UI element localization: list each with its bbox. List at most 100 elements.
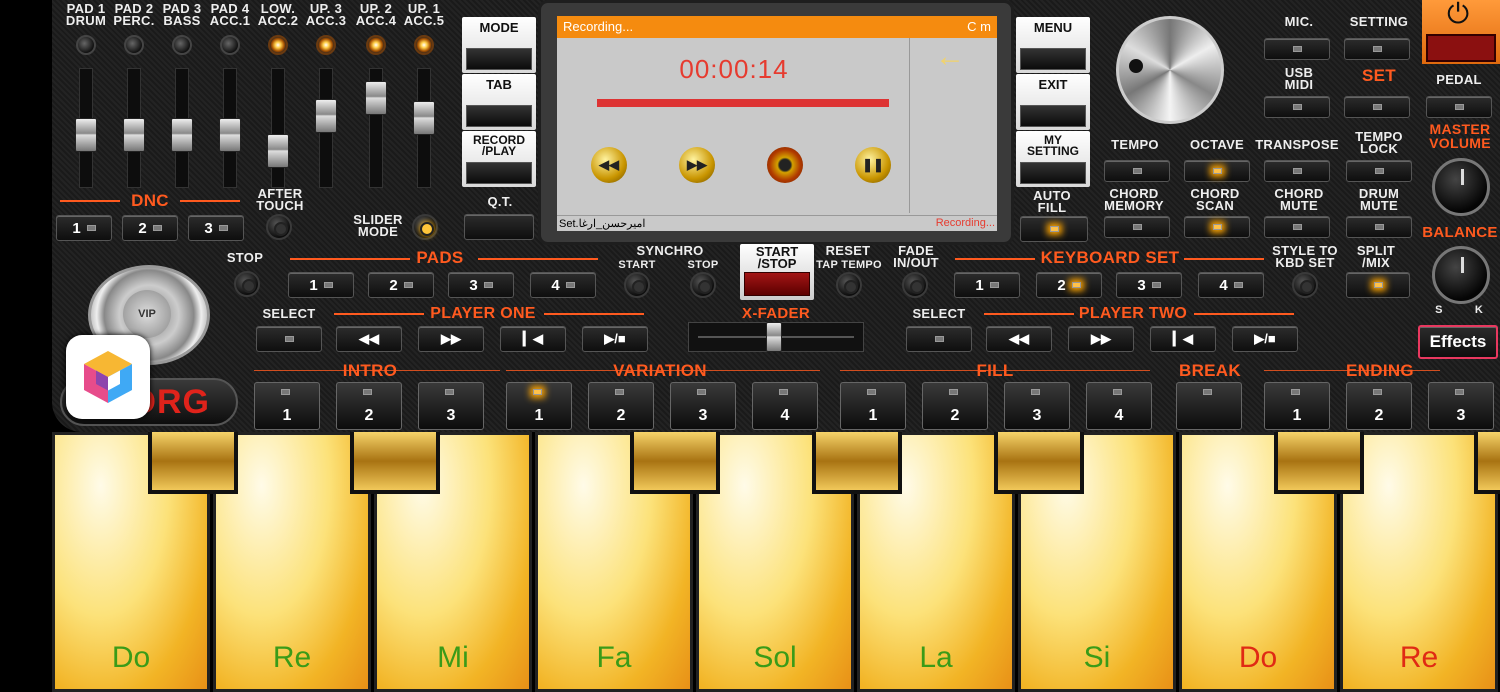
variation-button-3[interactable]: 3 (670, 382, 736, 430)
transpose-button[interactable] (1264, 160, 1330, 182)
slider-mode-button[interactable] (412, 214, 438, 240)
fast-forward-icon[interactable]: ▶▶ (418, 326, 484, 352)
ending-button-1[interactable]: 1 (1264, 382, 1330, 430)
rewind-icon[interactable]: ◀◀ (336, 326, 402, 352)
drum-mute-button[interactable] (1346, 216, 1412, 238)
rewind-icon[interactable]: ◀◀ (986, 326, 1052, 352)
fader-handle[interactable] (75, 117, 97, 152)
dnc-button-1[interactable]: 1 (56, 215, 112, 241)
player-select-button[interactable] (256, 326, 322, 352)
mic-button[interactable] (1264, 38, 1330, 60)
style-to-kbd-button[interactable] (1292, 272, 1318, 298)
break-button[interactable] (1176, 382, 1242, 430)
intro-button-1[interactable]: 1 (254, 382, 320, 430)
previous-track-icon[interactable]: ▎◀ (1150, 326, 1216, 352)
ending-button-2[interactable]: 2 (1346, 382, 1412, 430)
menu-button[interactable]: MENU (1016, 17, 1090, 73)
dnc-button-2[interactable]: 2 (122, 215, 178, 241)
intro-button-2[interactable]: 2 (336, 382, 402, 430)
variation-button-4[interactable]: 4 (752, 382, 818, 430)
black-key[interactable] (148, 432, 238, 494)
mode-button[interactable]: MODE (462, 17, 536, 73)
mixer-knob[interactable] (366, 35, 386, 55)
tab-button[interactable]: TAB (462, 74, 536, 130)
mixer-knob[interactable] (76, 35, 96, 55)
octave-button[interactable] (1184, 160, 1250, 182)
pads-stop-button[interactable] (234, 271, 260, 297)
synchro-start-button[interactable] (624, 272, 650, 298)
fill-button-3[interactable]: 3 (1004, 382, 1070, 430)
stop-record-icon[interactable] (767, 147, 803, 183)
x-fader-handle[interactable] (766, 322, 782, 352)
fader-handle[interactable] (413, 101, 435, 135)
black-key[interactable] (812, 432, 902, 494)
black-key[interactable] (1474, 432, 1500, 494)
tempo-lock-button[interactable] (1346, 160, 1412, 182)
pad-button-2[interactable]: 2 (368, 272, 434, 298)
fast-forward-icon[interactable]: ▶▶ (1068, 326, 1134, 352)
dnc-button-3[interactable]: 3 (188, 215, 244, 241)
pause-icon[interactable]: ❚❚ (855, 147, 891, 183)
fast-forward-icon[interactable]: ▶▶ (679, 147, 715, 183)
tempo-button[interactable] (1104, 160, 1170, 182)
effects-button[interactable]: Effects (1418, 325, 1498, 359)
pad-button-3[interactable]: 3 (448, 272, 514, 298)
after-touch-button[interactable] (266, 214, 292, 240)
ending-button-3[interactable]: 3 (1428, 382, 1494, 430)
player-select-button[interactable] (906, 326, 972, 352)
variation-button-2[interactable]: 2 (588, 382, 654, 430)
mixer-knob[interactable] (316, 35, 336, 55)
fill-button-1[interactable]: 1 (840, 382, 906, 430)
data-dial[interactable] (1116, 16, 1224, 124)
mixer-knob[interactable] (220, 35, 240, 55)
power-button[interactable]: ⏻ (1422, 0, 1500, 64)
fade-button[interactable] (902, 272, 928, 298)
intro-button-3[interactable]: 3 (418, 382, 484, 430)
set-button[interactable] (1344, 96, 1410, 118)
back-arrow-icon[interactable]: ← (935, 40, 965, 74)
qt-button[interactable] (464, 214, 534, 240)
fader-handle[interactable] (315, 98, 337, 133)
fader-handle[interactable] (267, 134, 289, 168)
balance-knob[interactable] (1432, 246, 1490, 304)
black-key[interactable] (1274, 432, 1364, 494)
record-play-button[interactable]: RECORD /PLAY (462, 131, 536, 187)
usb-midi-button[interactable] (1264, 96, 1330, 118)
mixer-knob[interactable] (414, 35, 434, 55)
play-stop-icon[interactable]: ▶/■ (582, 326, 648, 352)
black-key[interactable] (994, 432, 1084, 494)
chord-mute-button[interactable] (1264, 216, 1330, 238)
pad-button-4[interactable]: 4 (530, 272, 596, 298)
play-stop-icon[interactable]: ▶/■ (1232, 326, 1298, 352)
synchro-stop-button[interactable] (690, 272, 716, 298)
fill-button-2[interactable]: 2 (922, 382, 988, 430)
previous-track-icon[interactable]: ▎◀ (500, 326, 566, 352)
black-key[interactable] (630, 432, 720, 494)
mixer-knob[interactable] (172, 35, 192, 55)
variation-button-1[interactable]: 1 (506, 382, 572, 430)
setting-button[interactable] (1344, 38, 1410, 60)
keyboard-set-button-1[interactable]: 1 (954, 272, 1020, 298)
exit-button[interactable]: EXIT (1016, 74, 1090, 130)
keyboard-set-button-4[interactable]: 4 (1198, 272, 1264, 298)
chord-memory-button[interactable] (1104, 216, 1170, 238)
split-mix-button[interactable] (1346, 272, 1410, 298)
master-volume-knob[interactable] (1432, 158, 1490, 216)
pad-button-1[interactable]: 1 (288, 272, 354, 298)
mixer-knob[interactable] (124, 35, 144, 55)
mixer-knob[interactable] (268, 35, 288, 55)
keyboard-set-button-3[interactable]: 3 (1116, 272, 1182, 298)
keyboard-set-button-2[interactable]: 2 (1036, 272, 1102, 298)
fader-handle[interactable] (171, 117, 193, 152)
my-setting-button[interactable]: MY SETTING (1016, 131, 1090, 187)
fader-handle[interactable] (123, 117, 145, 152)
fill-button-4[interactable]: 4 (1086, 382, 1152, 430)
reset-tap-tempo-button[interactable] (836, 272, 862, 298)
auto-fill-button[interactable] (1020, 216, 1088, 242)
fader-handle[interactable] (219, 117, 241, 152)
start-stop-button[interactable]: START /STOP (740, 244, 814, 300)
chord-scan-button[interactable] (1184, 216, 1250, 238)
fader-handle[interactable] (365, 81, 387, 116)
black-key[interactable] (350, 432, 440, 494)
pedal-button[interactable] (1426, 96, 1492, 118)
